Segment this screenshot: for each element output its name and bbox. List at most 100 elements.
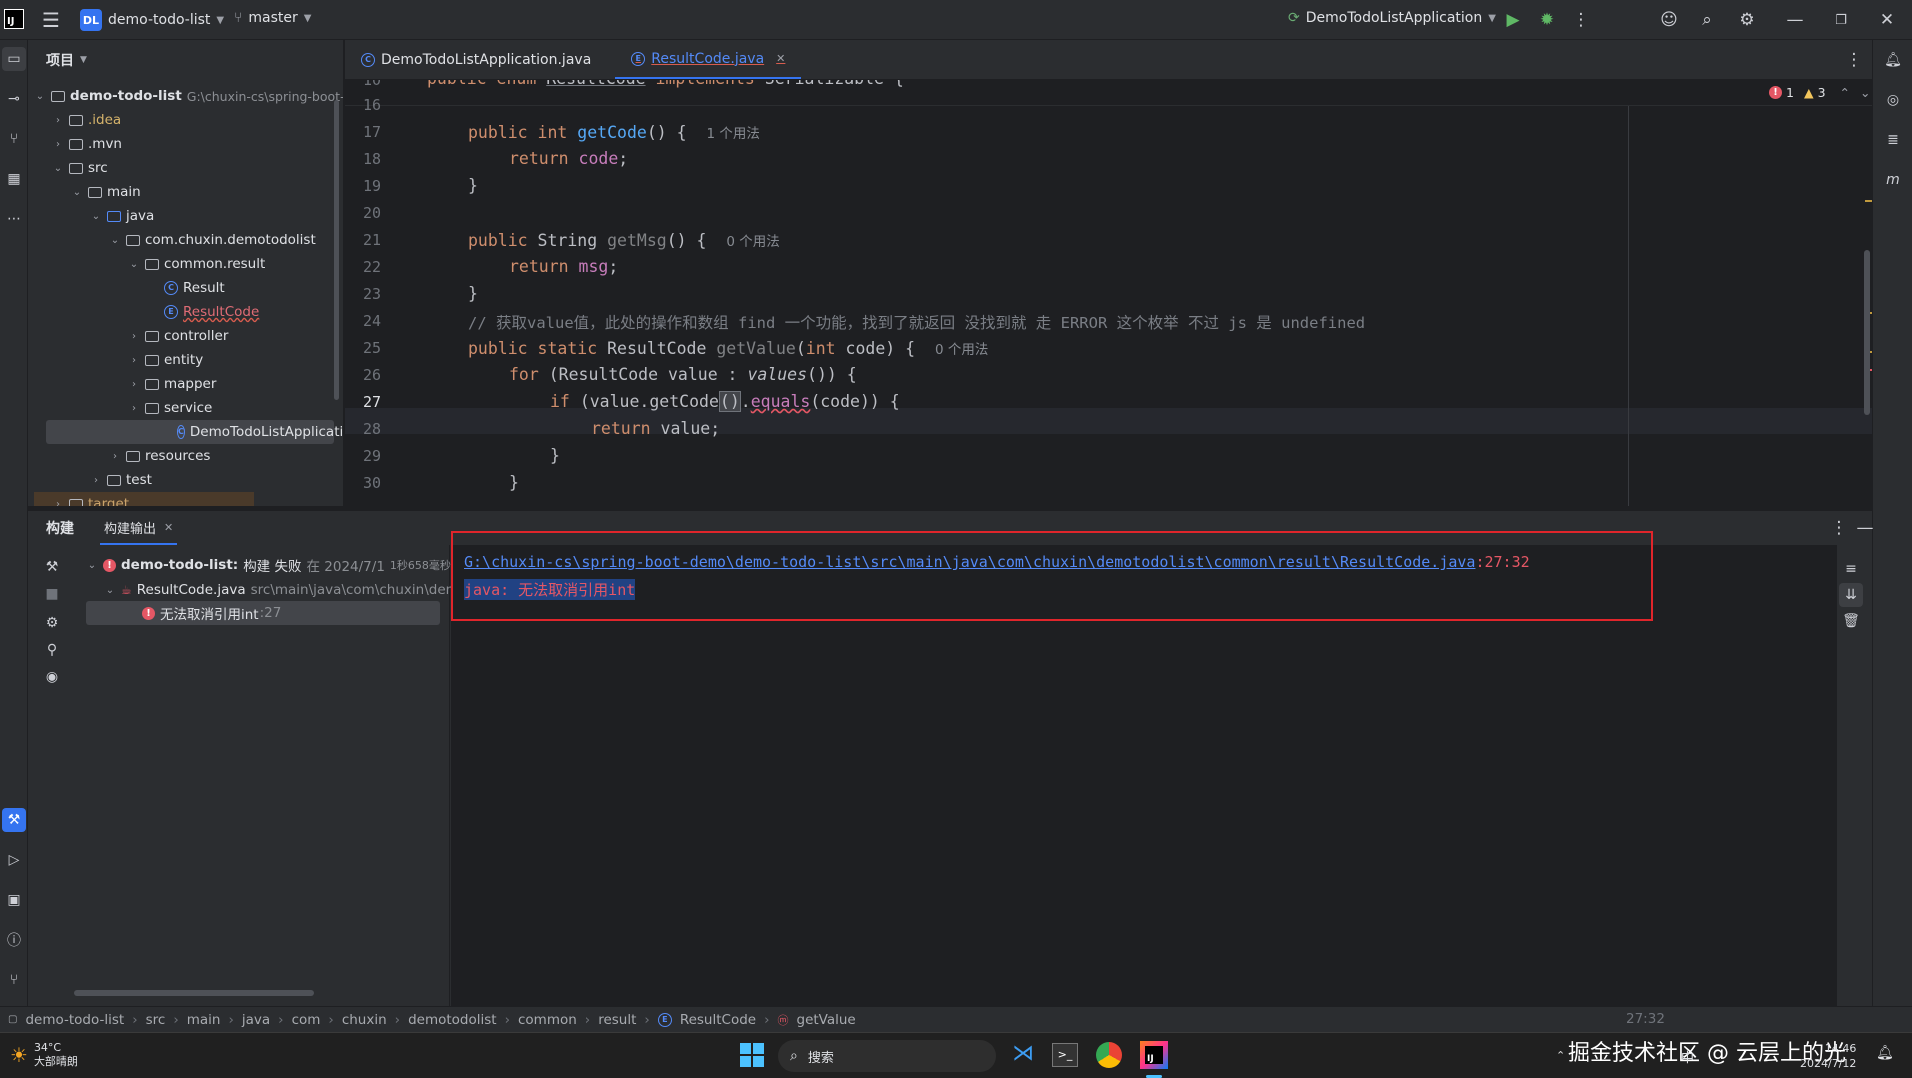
tab-demotodolistapplication[interactable]: C DemoTodoListApplication.java (345, 40, 607, 79)
breadcrumb-item[interactable]: chuxin (342, 1012, 387, 1028)
project-folder-icon[interactable]: ▭ (2, 47, 26, 71)
terminal-app-icon[interactable]: >_ (1052, 1043, 1078, 1067)
console-file-link[interactable]: G:\chuxin-cs\spring-boot-demo\demo-todo-… (464, 553, 1475, 571)
tree-item-common-result[interactable]: ⌄ common.result (128, 252, 266, 276)
build-tree-error[interactable]: ! 无法取消引用int :27 (86, 601, 440, 625)
pin-icon[interactable]: ⚲ (40, 638, 64, 662)
notification-bell-icon[interactable]: 🔔︎ (1876, 1045, 1894, 1061)
structure-icon[interactable]: ▦ (2, 167, 26, 191)
tree-item-src[interactable]: ⌄ src (52, 156, 108, 180)
tab-build-output[interactable]: 构建输出 ✕ (100, 511, 178, 545)
tree-item-main[interactable]: ⌄ main (71, 180, 141, 204)
notifications-bell-icon[interactable]: 🔔︎ (1881, 48, 1905, 72)
run-icon[interactable]: ▶ (1498, 5, 1528, 35)
editor-scrollbar[interactable] (1864, 250, 1870, 415)
scroll-to-end-icon[interactable]: ⇊ (1839, 583, 1863, 607)
taskbar-search[interactable]: ⌕ 搜索 (778, 1040, 996, 1072)
project-scrollbar[interactable] (334, 100, 339, 400)
code-editor[interactable]: ! 1 ▲ 3 ⌃ ⌄ 10 public enum ResultCode im… (345, 80, 1872, 506)
add-user-icon[interactable]: ☺ (1654, 5, 1684, 35)
tree-item-root[interactable]: ⌄ demo-todo-list G:\chuxin-cs\spring-boo… (34, 84, 343, 108)
tree-item-result[interactable]: C Result (164, 276, 225, 300)
stop-icon[interactable]: ■ (40, 582, 64, 606)
problems-icon[interactable]: ⓘ (2, 928, 26, 952)
services-icon[interactable]: ▷ (2, 848, 26, 872)
build-panel-title[interactable]: 构建 (46, 518, 74, 538)
tree-item-mapper[interactable]: › mapper (128, 372, 216, 396)
vscode-icon[interactable]: ⋊ (1008, 1041, 1038, 1071)
chevron-down-icon[interactable]: ⌄ (1860, 85, 1870, 100)
breadcrumb-item[interactable]: java (242, 1012, 270, 1028)
tree-item-java[interactable]: ⌄ java (90, 204, 155, 228)
tab-options-icon[interactable]: ⋮ (1839, 45, 1869, 75)
build-hammer-icon[interactable]: ⚒ (40, 555, 64, 579)
settings-gear-icon[interactable]: ⚙ (1732, 5, 1762, 35)
breadcrumb-item[interactable]: main (187, 1012, 221, 1028)
breadcrumb-item[interactable]: demo-todo-list (25, 1012, 124, 1028)
ime-indicator[interactable]: 中 (1681, 1047, 1694, 1066)
run-config-selector[interactable]: ⟳ DemoTodoListApplication ▼ (1288, 10, 1496, 26)
usage-hint[interactable]: 0 个用法 (935, 342, 988, 358)
soft-wrap-icon[interactable]: ≡ (1839, 557, 1863, 581)
tree-item-test[interactable]: › test (90, 468, 152, 492)
breadcrumb-item[interactable]: src (146, 1012, 166, 1028)
cursor-position[interactable]: 27:32 (1626, 1011, 1665, 1027)
intellij-logo-icon[interactable]: IJ (4, 9, 24, 29)
git-icon[interactable]: ⑂ (2, 968, 26, 992)
breadcrumb-item[interactable]: demotodolist (408, 1012, 497, 1028)
more-actions-icon[interactable]: ⋮ (1566, 5, 1596, 35)
breadcrumb-item[interactable]: result (598, 1012, 636, 1028)
tree-item-resultcode[interactable]: E ResultCode (164, 300, 259, 324)
chevron-up-icon[interactable]: ⌃ (1840, 85, 1850, 100)
maven-icon[interactable]: m (1881, 168, 1905, 192)
clock[interactable]: 14:46 2024/7/12 (1800, 1041, 1856, 1071)
build-tree-file[interactable]: ⌄ ☕︎ ResultCode.java src\main\java\com\c… (104, 578, 473, 602)
breadcrumb-item[interactable]: com (292, 1012, 321, 1028)
intellij-taskbar-icon[interactable]: IJ (1140, 1041, 1168, 1069)
tree-item-application[interactable]: C DemoTodoListApplication (46, 420, 343, 444)
minimize-icon[interactable]: — (1780, 5, 1810, 35)
close-icon[interactable]: ✕ (1872, 5, 1902, 35)
windows-start-icon[interactable] (740, 1043, 764, 1067)
debug-icon[interactable]: ✹ (1532, 5, 1562, 35)
build-tree-root[interactable]: ⌄ ! demo-todo-list: 构建 失败 在 2024/7/1 1秒6… (86, 553, 451, 577)
tree-item-resources[interactable]: › resources (109, 444, 210, 468)
tree-item-controller[interactable]: › controller (128, 324, 228, 348)
tree-item-idea[interactable]: › .idea (52, 108, 121, 132)
database-icon[interactable]: ≣ (1881, 128, 1905, 152)
console-error-message[interactable]: java: 无法取消引用int (464, 579, 636, 600)
ai-assistant-icon[interactable]: ◎ (1881, 88, 1905, 112)
tree-item-service[interactable]: › service (128, 396, 212, 420)
build-hammer-icon[interactable]: ⚒ (2, 808, 26, 832)
project-panel-header[interactable]: 项目 ▼ (28, 40, 343, 80)
pull-requests-icon[interactable]: ⑂ (2, 127, 26, 151)
chrome-icon[interactable] (1096, 1042, 1122, 1068)
breadcrumb-item[interactable]: common (518, 1012, 577, 1028)
tree-item-target[interactable]: › target (34, 492, 254, 506)
search-icon[interactable]: ⌕ (1692, 5, 1722, 35)
main-menu-icon[interactable]: ☰ (36, 5, 66, 35)
warning-marker[interactable] (1865, 200, 1872, 202)
weather-widget[interactable]: ☀ 34°C 大部晴朗 (10, 1041, 78, 1069)
breadcrumb-item[interactable]: getValue (797, 1012, 856, 1028)
usage-hint[interactable]: 1 个用法 (706, 126, 759, 142)
tree-item-entity[interactable]: › entity (128, 348, 203, 372)
build-output-console[interactable]: G:\chuxin-cs\spring-boot-demo\demo-todo-… (451, 531, 1837, 1006)
breadcrumb-item[interactable]: ResultCode (680, 1012, 756, 1028)
branch-switcher[interactable]: ⑂ master ▼ (234, 10, 311, 26)
eye-icon[interactable]: ◉ (40, 665, 64, 689)
build-tree-scrollbar[interactable] (74, 990, 314, 996)
close-tab-icon[interactable]: ✕ (164, 521, 173, 534)
tree-item-mvn[interactable]: › .mvn (52, 132, 122, 156)
commit-icon[interactable]: ⊸ (2, 87, 26, 111)
more-tools-icon[interactable]: ⋯ (2, 207, 26, 231)
hide-panel-icon[interactable]: — (1850, 513, 1880, 543)
project-switcher[interactable]: DL demo-todo-list ▼ (80, 9, 224, 31)
inspection-widget[interactable]: ! 1 ▲ 3 ⌃ ⌄ (1769, 85, 1871, 100)
close-tab-icon[interactable]: ✕ (776, 52, 785, 65)
tray-expand-icon[interactable]: ⌃ (1556, 1049, 1565, 1062)
tree-item-package[interactable]: ⌄ com.chuxin.demotodolist (109, 228, 316, 252)
usage-hint[interactable]: 0 个用法 (726, 234, 779, 250)
restore-icon[interactable]: ❐ (1826, 5, 1856, 35)
terminal-icon[interactable]: ▣ (2, 888, 26, 912)
